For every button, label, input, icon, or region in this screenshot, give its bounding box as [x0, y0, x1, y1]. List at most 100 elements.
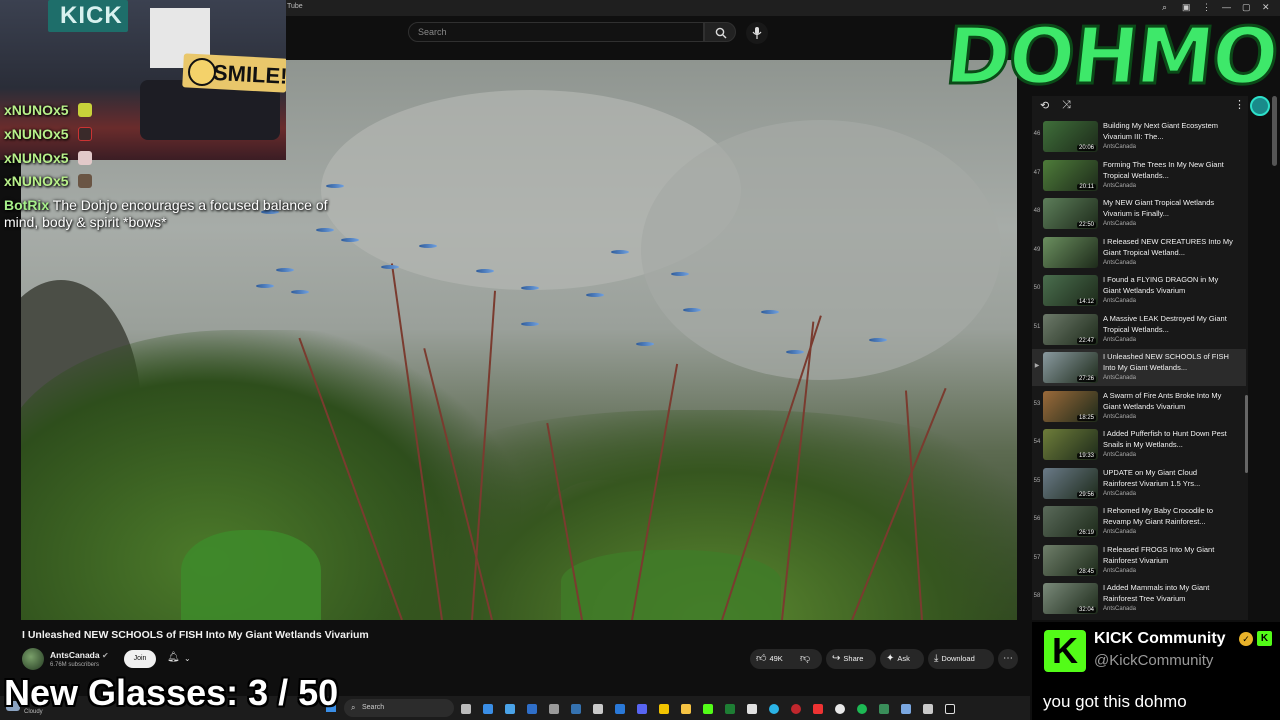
- folder-icon[interactable]: [681, 704, 691, 714]
- app-icon[interactable]: [879, 704, 889, 714]
- app-icon[interactable]: [549, 704, 559, 714]
- like-button[interactable]: 👍︎ 49K: [756, 649, 783, 669]
- smile-sign-text: SMILE!: [212, 59, 286, 89]
- app-icon[interactable]: [901, 704, 911, 714]
- playlist-item-title[interactable]: I Added Mammals into My Giant Rainforest…: [1103, 582, 1233, 604]
- playlist-item-title[interactable]: I Released FROGS Into My Giant Rainfores…: [1103, 544, 1233, 566]
- video-thumbnail[interactable]: 20:06: [1043, 121, 1098, 152]
- playlist-item[interactable]: 53 18:25 A Swarm of Fire Ants Broke Into M…: [1032, 388, 1246, 425]
- playlist-item[interactable]: 47 20:11 Forming The Trees In My New Giant…: [1032, 157, 1246, 194]
- playlist-item[interactable]: 57 28:45 I Released FROGS Into My Giant Ra…: [1032, 542, 1246, 579]
- x-icon[interactable]: [945, 704, 955, 714]
- kick-sign-text: KICK: [60, 2, 123, 29]
- playlist-item-title[interactable]: Forming The Trees In My New Giant Tropic…: [1103, 159, 1233, 181]
- video-title: I Unleashed NEW SCHOOLS of FISH Into My …: [22, 629, 369, 641]
- join-button[interactable]: Join: [124, 650, 156, 668]
- app-icon[interactable]: [505, 704, 515, 714]
- playlist-item-title[interactable]: I Released NEW CREATURES Into My Giant T…: [1103, 236, 1233, 258]
- app-icon[interactable]: [923, 704, 933, 714]
- video-thumbnail[interactable]: 27:26: [1043, 352, 1098, 383]
- playlist-item[interactable]: 56 26:19 I Rehomed My Baby Crocodile to Re…: [1032, 503, 1246, 540]
- spotify-icon[interactable]: [857, 704, 867, 714]
- fish: [636, 342, 654, 346]
- video-thumbnail[interactable]: [1043, 236, 1098, 268]
- video-thumbnail[interactable]: 14:12: [1043, 275, 1098, 306]
- playlist-item-title[interactable]: A Massive LEAK Destroyed My Giant Tropic…: [1103, 313, 1233, 335]
- kick-sign: KICK: [48, 0, 128, 32]
- share-button[interactable]: ↪ Share: [832, 649, 863, 669]
- playlist-item-title[interactable]: I Rehomed My Baby Crocodile to Revamp My…: [1103, 505, 1233, 527]
- playlist-item[interactable]: 48 22:50 My NEW Giant Tropical Wetlands Vi…: [1032, 195, 1246, 232]
- kick-community-name: KICK Community: [1094, 630, 1226, 647]
- playlist-item-current[interactable]: ▶ 27:26 I Unleashed NEW SCHOOLS of FISH In…: [1032, 349, 1246, 386]
- search-button[interactable]: [704, 22, 736, 42]
- kick-app-icon[interactable]: [703, 704, 713, 714]
- search-input[interactable]: Search: [408, 22, 704, 42]
- video-thumbnail[interactable]: 22:47: [1043, 313, 1098, 345]
- chat-username: xNUNOx5: [4, 173, 69, 189]
- video-duration: 19:33: [1076, 453, 1096, 459]
- video-duration: 27:26: [1076, 376, 1096, 382]
- playlist-item-title[interactable]: UPDATE on My Giant Cloud Rainforest Viva…: [1103, 467, 1233, 489]
- playlist-item-channel: AntsCanada: [1103, 298, 1137, 304]
- playlist-item-title[interactable]: Building My Next Giant Ecosystem Vivariu…: [1103, 120, 1233, 142]
- notification-bell-button[interactable]: 🔔︎ ⌄: [162, 650, 200, 668]
- playlist-item-title[interactable]: A Swarm of Fire Ants Broke Into My Giant…: [1103, 390, 1233, 412]
- video-thumbnail[interactable]: 22:50: [1043, 198, 1098, 229]
- app-icon[interactable]: [747, 704, 757, 714]
- smiley-face-icon: [188, 58, 216, 86]
- voice-search-button[interactable]: [746, 22, 768, 44]
- playlist-index: 56: [1033, 516, 1041, 522]
- dislike-button[interactable]: 👎︎: [800, 649, 813, 669]
- playlist-item[interactable]: 58 32:04 I Added Mammals into My Giant Rai…: [1032, 580, 1246, 617]
- like-count: 49K: [769, 654, 783, 663]
- playlist-item[interactable]: 51 22:47 A Massive LEAK Destroyed My Giant…: [1032, 311, 1246, 348]
- download-button[interactable]: ⤓ Download: [934, 649, 975, 669]
- app-icon[interactable]: [659, 704, 669, 714]
- playlist-item[interactable]: 54 19:33 I Added Pufferfish to Hunt Down P…: [1032, 426, 1246, 463]
- more-actions-button[interactable]: ⋯: [1003, 649, 1016, 669]
- app-icon[interactable]: [527, 704, 537, 714]
- playlist-item-title[interactable]: I Added Pufferfish to Hunt Down Pest Sna…: [1103, 428, 1233, 450]
- video-duration: 20:11: [1077, 183, 1096, 190]
- playlist-item[interactable]: 55 29:56 UPDATE on My Giant Cloud Rainfore…: [1032, 465, 1246, 502]
- video-thumbnail[interactable]: 32:04: [1043, 583, 1098, 614]
- minimize-icon[interactable]: —: [1222, 2, 1231, 12]
- video-thumbnail[interactable]: 29:56: [1043, 467, 1098, 499]
- playlist-item-title[interactable]: My NEW Giant Tropical Wetlands Vivarium …: [1103, 197, 1233, 219]
- app-icon[interactable]: [571, 704, 581, 714]
- playlist-item[interactable]: 46 20:06 Building My Next Giant Ecosystem …: [1032, 118, 1246, 155]
- app-icon[interactable]: [483, 704, 493, 714]
- video-thumbnail[interactable]: 18:25: [1043, 390, 1098, 422]
- playlist-item-title[interactable]: I Found a FLYING DRAGON in My Giant Wetl…: [1103, 274, 1233, 296]
- video-thumbnail[interactable]: 26:19: [1043, 506, 1098, 537]
- video-thumbnail[interactable]: 19:33: [1043, 429, 1098, 460]
- app-icon[interactable]: [791, 704, 801, 714]
- discord-icon[interactable]: [637, 704, 647, 714]
- fish: [521, 286, 539, 290]
- channel-name[interactable]: AntsCanada: [50, 650, 100, 660]
- playlist-item-channel: AntsCanada: [1103, 182, 1137, 189]
- ask-button[interactable]: ✦ Ask: [886, 649, 910, 669]
- app-icon[interactable]: [725, 704, 735, 714]
- playlist-index: 48: [1033, 208, 1041, 214]
- playlist-item[interactable]: 49 I Released NEW CREATURES Into My Giant…: [1032, 234, 1246, 271]
- page-scrollbar[interactable]: [1272, 96, 1277, 166]
- search-icon: [715, 27, 727, 39]
- video-thumbnail[interactable]: 28:45: [1043, 544, 1098, 576]
- playlist-item[interactable]: 50 14:12 I Found a FLYING DRAGON in My Gia…: [1032, 272, 1246, 309]
- obs-icon[interactable]: [835, 704, 845, 714]
- youtube-icon[interactable]: [813, 704, 823, 714]
- playlist-item-channel: AntsCanada: [1103, 452, 1137, 458]
- app-icon[interactable]: [615, 704, 625, 714]
- task-view-icon[interactable]: [461, 704, 471, 714]
- playlist-item-title[interactable]: I Unleashed NEW SCHOOLS of FISH Into My …: [1103, 351, 1233, 373]
- video-thumbnail[interactable]: 20:11: [1043, 159, 1098, 191]
- fish: [671, 272, 689, 276]
- edge-icon[interactable]: [769, 704, 779, 714]
- playlist-scrollbar[interactable]: [1245, 395, 1248, 473]
- app-icon[interactable]: [593, 704, 603, 714]
- taskbar-search[interactable]: ⌕ Search: [344, 699, 454, 717]
- channel-avatar[interactable]: [22, 648, 44, 670]
- bot-chat-message: BotRix The Dohjo encourages a focused ba…: [4, 197, 364, 231]
